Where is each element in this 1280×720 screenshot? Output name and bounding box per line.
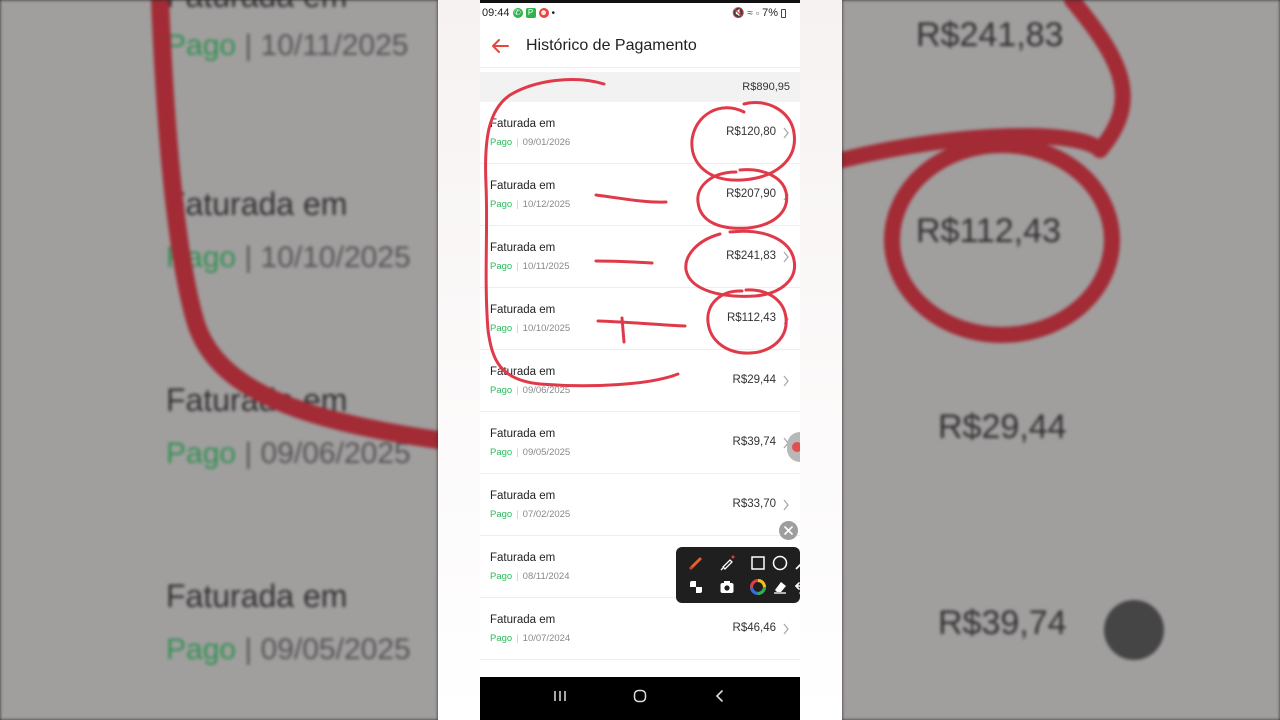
background-zoom-right: R$241,83 R$112,43 R$29,44 R$39,74	[842, 0, 1280, 720]
eraser-icon[interactable]	[769, 576, 791, 598]
payment-status: Pago	[490, 137, 513, 148]
camera-icon[interactable]	[716, 576, 738, 598]
total-summary: R$890,95	[480, 72, 800, 102]
battery-icon	[781, 8, 786, 18]
separator: |	[516, 261, 519, 272]
separator: |	[516, 447, 519, 458]
chevron-right-icon	[783, 499, 789, 511]
payment-status: Pago	[490, 261, 513, 272]
row-title: Faturada em	[490, 180, 556, 192]
status-bar: 09:44 ✆ P ☻ • 🔇 ≈ ▫ 7%	[480, 3, 800, 23]
row-title: Faturada em	[490, 118, 556, 130]
screen-recording-frame: Faturada em Pago | 10/11/2025 Faturada e…	[0, 0, 1280, 720]
drawing-toolbox	[676, 547, 800, 603]
payment-row[interactable]: Faturada em Pago | 09/05/2025 R$39,74	[480, 412, 800, 474]
chevron-right-icon	[783, 313, 789, 325]
payment-date: 10/11/2025	[522, 261, 570, 272]
highlighter-icon[interactable]	[716, 552, 738, 574]
background-zoom-left: Faturada em Pago | 10/11/2025 Faturada e…	[0, 0, 438, 720]
separator: |	[516, 633, 519, 644]
close-toolbox-button[interactable]	[779, 521, 798, 540]
status-time: 09:44	[482, 7, 510, 19]
app-screen: 09:44 ✆ P ☻ • 🔇 ≈ ▫ 7% Histórico de Paga…	[480, 0, 800, 720]
payment-date: 07/02/2025	[522, 509, 571, 520]
circle-icon[interactable]	[769, 552, 791, 574]
payment-date: 09/06/2025	[522, 385, 571, 396]
phone-frame: 09:44 ✆ P ☻ • 🔇 ≈ ▫ 7% Histórico de Paga…	[438, 0, 842, 720]
back-arrow-icon[interactable]	[480, 24, 520, 68]
payment-row[interactable]: Faturada em Pago | 09/06/2025 R$29,44	[480, 350, 800, 412]
row-title: Faturada em	[490, 304, 556, 316]
payment-date: 10/12/2025	[522, 199, 571, 210]
row-title: Faturada em	[490, 552, 556, 564]
separator: |	[516, 199, 519, 210]
app-header: Histórico de Pagamento	[480, 24, 800, 68]
payment-status: Pago	[490, 571, 513, 582]
payment-amount: R$241,83	[726, 250, 776, 262]
app-notification-icon: P	[525, 8, 536, 18]
more-notifications-icon: •	[551, 7, 556, 19]
separator: |	[516, 509, 519, 520]
payment-row[interactable]: Faturada em Pago | 10/12/2025 R$207,90	[480, 164, 800, 226]
color-picker-icon[interactable]	[747, 576, 769, 598]
separator: |	[516, 571, 519, 582]
total-amount: R$890,95	[742, 81, 790, 93]
payment-status: Pago	[490, 447, 513, 458]
whatsapp-icon: ✆	[512, 8, 523, 18]
payment-status: Pago	[490, 199, 513, 210]
chevron-right-icon	[783, 189, 789, 201]
row-title: Faturada em	[490, 614, 556, 626]
shop-notification-icon: ☻	[538, 8, 549, 18]
payment-status: Pago	[490, 323, 513, 334]
payment-date: 10/07/2024	[522, 633, 571, 644]
mosaic-icon[interactable]	[685, 576, 707, 598]
payment-amount: R$39,74	[732, 436, 776, 448]
row-title: Faturada em	[490, 428, 556, 440]
payment-amount: R$33,70	[732, 498, 776, 510]
page-title: Histórico de Pagamento	[526, 36, 697, 54]
chevron-right-icon	[783, 623, 789, 635]
home-icon[interactable]	[632, 689, 648, 708]
separator: |	[516, 137, 519, 148]
payment-row[interactable]: Faturada em Pago | 07/02/2025 R$33,70	[480, 474, 800, 536]
payment-status: Pago	[490, 633, 513, 644]
chevron-right-icon	[783, 251, 789, 263]
payment-date: 08/11/2024	[522, 571, 570, 582]
payment-status: Pago	[490, 385, 513, 396]
mute-icon: 🔇	[731, 7, 745, 19]
payment-date: 10/10/2025	[522, 323, 571, 334]
payment-row[interactable]: Faturada em Pago | 10/10/2025 R$112,43	[480, 288, 800, 350]
battery-level: 7%	[762, 7, 778, 19]
system-navigation-bar	[480, 677, 800, 720]
recent-apps-icon[interactable]	[552, 689, 568, 708]
separator: |	[516, 323, 519, 334]
payment-amount: R$29,44	[732, 374, 776, 386]
payment-date: 09/01/2026	[522, 137, 571, 148]
chevron-right-icon	[783, 375, 789, 387]
separator: |	[516, 385, 519, 396]
payment-row[interactable]: Faturada em Pago | 10/11/2025 R$241,83	[480, 226, 800, 288]
arrow-icon[interactable]	[791, 552, 800, 574]
row-title: Faturada em	[490, 242, 556, 254]
back-nav-icon[interactable]	[712, 689, 728, 708]
chevron-right-icon	[783, 127, 789, 139]
payment-date: 09/05/2025	[522, 447, 571, 458]
payment-status: Pago	[490, 509, 513, 520]
payment-amount: R$112,43	[726, 312, 776, 324]
rectangle-icon[interactable]	[747, 552, 769, 574]
payment-amount: R$207,90	[726, 188, 776, 200]
payment-row[interactable]: Faturada em Pago | 09/01/2026 R$120,80	[480, 102, 800, 164]
payment-amount: R$120,80	[726, 126, 776, 138]
signal-icon: ▫	[755, 8, 760, 18]
payment-row[interactable]: Faturada em Pago | 10/07/2024 R$46,46	[480, 598, 800, 660]
undo-icon[interactable]	[791, 576, 800, 598]
payment-amount: R$46,46	[732, 622, 776, 634]
row-title: Faturada em	[490, 490, 556, 502]
wifi-icon: ≈	[747, 7, 753, 19]
row-title: Faturada em	[490, 366, 556, 378]
pen-icon[interactable]	[685, 552, 707, 574]
